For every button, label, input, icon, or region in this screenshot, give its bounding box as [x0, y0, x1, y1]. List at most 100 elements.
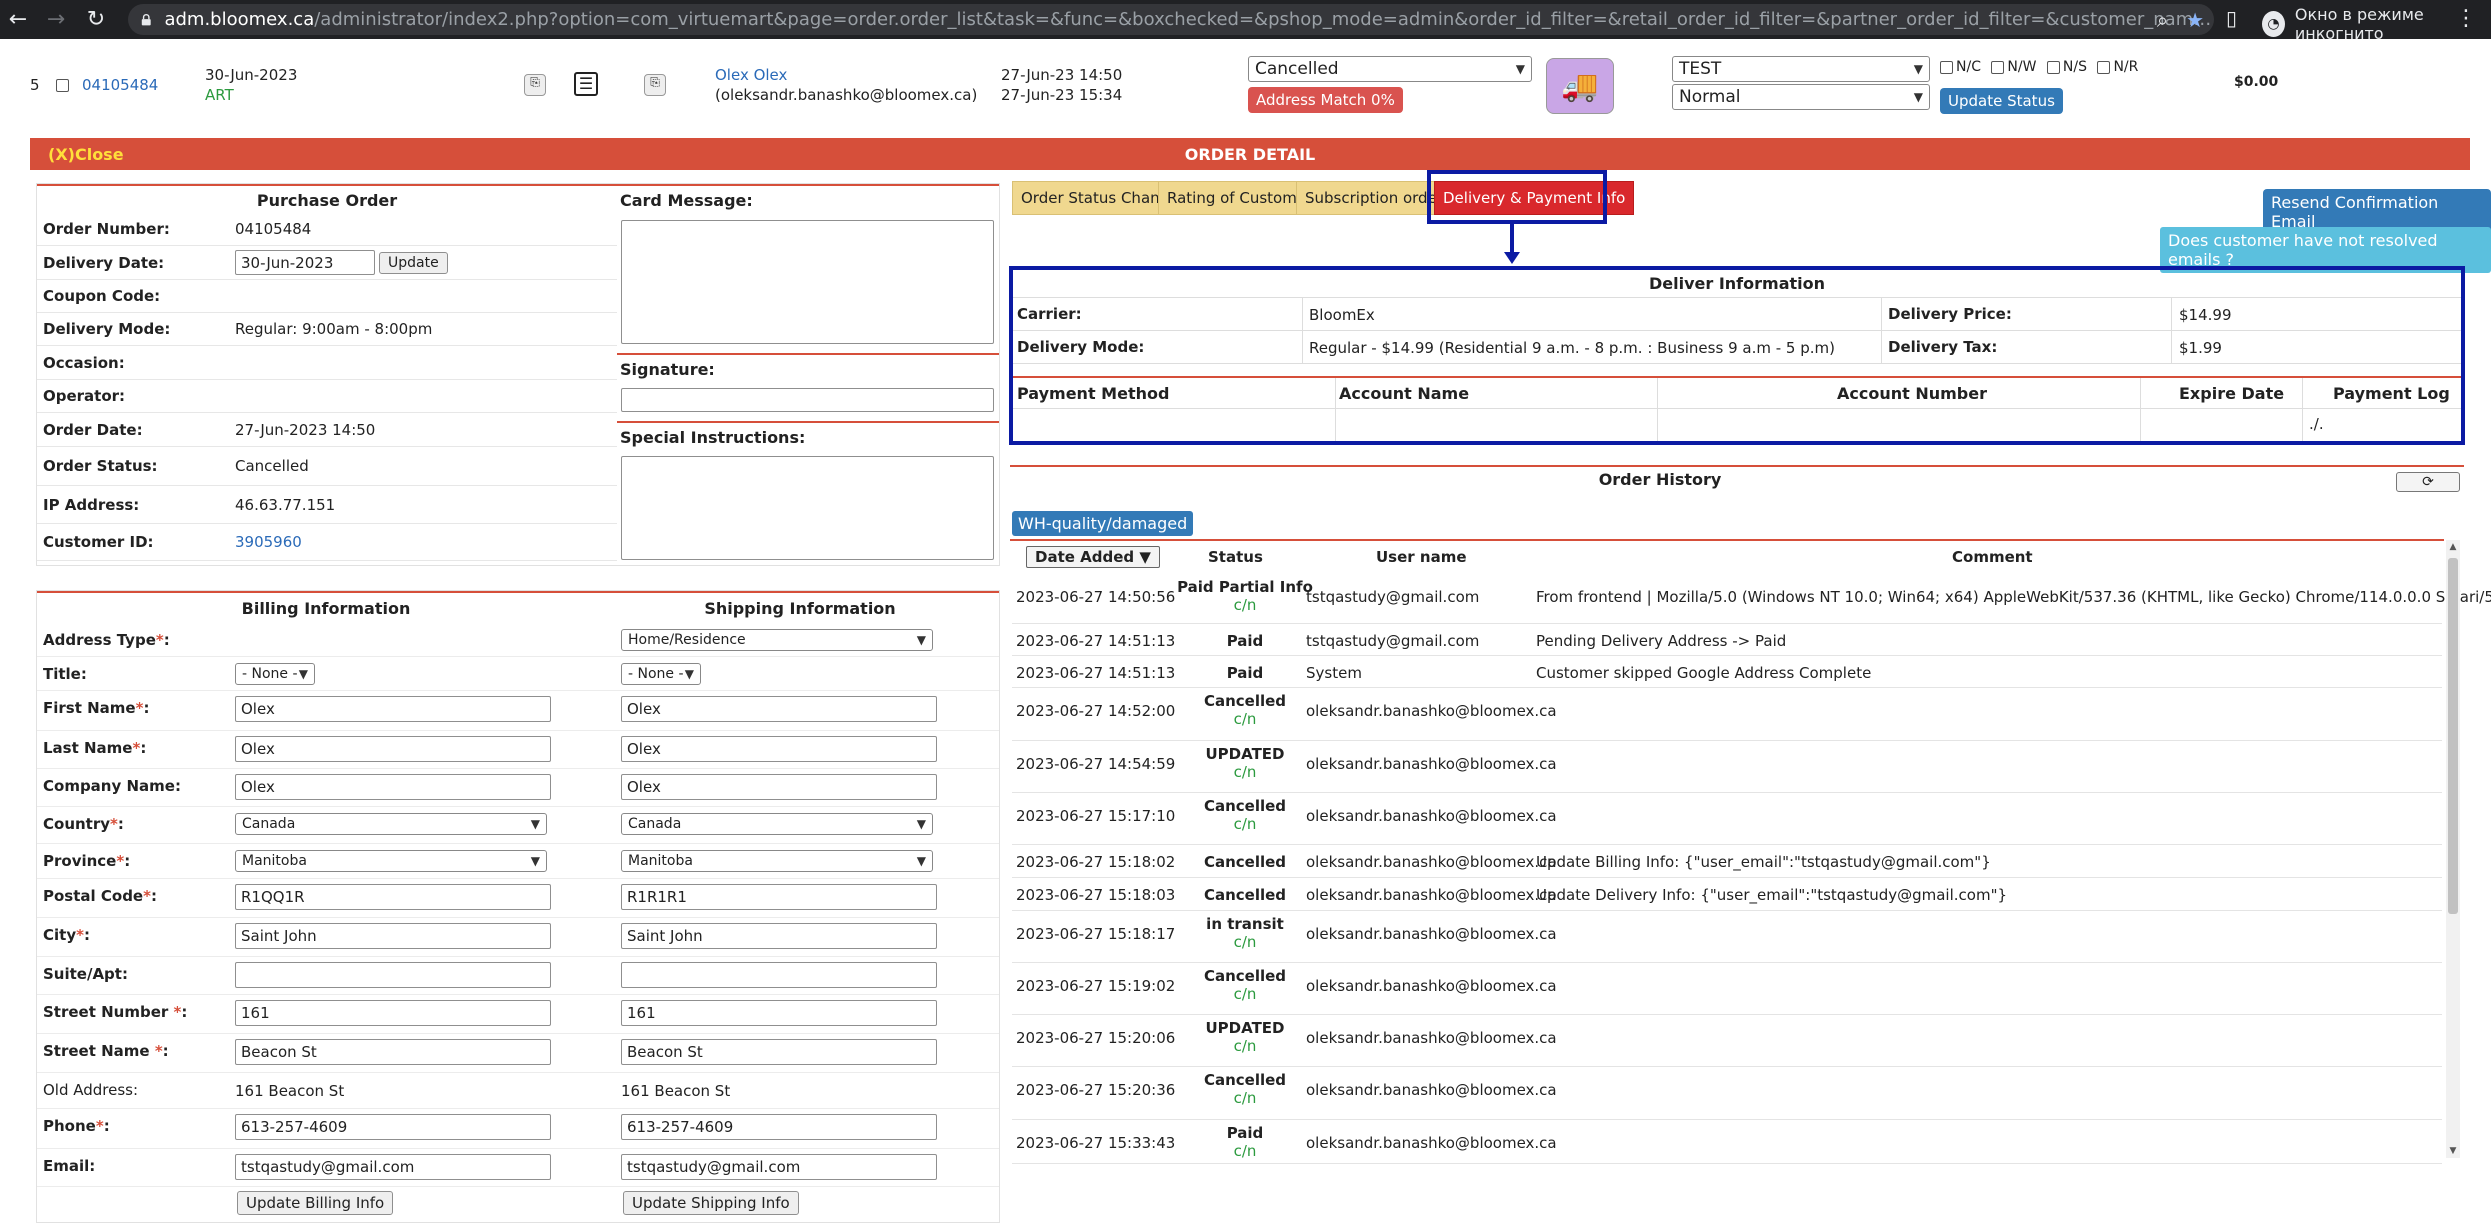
- chevron-down-icon: ▼: [298, 667, 308, 681]
- required-asterisk: *: [110, 815, 118, 833]
- shipping-title-select[interactable]: - None - ▼: [621, 663, 701, 685]
- scroll-up-icon[interactable]: ▲: [2446, 542, 2460, 552]
- billing-province-select[interactable]: Manitoba ▼: [235, 850, 547, 872]
- forward-icon[interactable]: →: [38, 4, 74, 34]
- special-instructions-label: Special Instructions:: [620, 428, 806, 447]
- chevron-down-icon: ▼: [684, 667, 694, 681]
- history-comment: Customer skipped Google Address Complete: [1536, 664, 1872, 682]
- close-detail-link[interactable]: (X)Close: [48, 145, 124, 164]
- history-scrollbar[interactable]: ▲ ▼: [2446, 540, 2460, 1158]
- history-user: oleksandr.banashko@bloomex.ca: [1306, 755, 1557, 773]
- shipping-province-select[interactable]: Manitoba ▼: [621, 850, 933, 872]
- copy-icon[interactable]: ⎘: [644, 74, 666, 96]
- required-asterisk: *: [143, 887, 151, 905]
- billing-title-select[interactable]: - None - ▼: [235, 663, 315, 685]
- shipping-postal-input[interactable]: R1R1R1: [621, 884, 937, 910]
- back-icon[interactable]: ←: [0, 4, 36, 34]
- update-billing-button[interactable]: Update Billing Info: [237, 1191, 394, 1215]
- flag-nr-checkbox[interactable]: [2097, 60, 2111, 74]
- sidebar-toggle-icon[interactable]: ▯: [2226, 6, 2237, 30]
- carrier-label: Carrier:: [1017, 305, 1082, 323]
- delivery-tax-value: $1.99: [2179, 339, 2222, 357]
- billing-field-label: Street Number *:: [43, 1003, 187, 1021]
- url-host: adm.bloomex.ca: [164, 9, 315, 30]
- card-message-textarea[interactable]: [621, 220, 994, 344]
- billing-street-number-input[interactable]: 161: [235, 1000, 551, 1026]
- shipping-street-number-input[interactable]: 161: [621, 1000, 937, 1026]
- history-row: 2023-06-27 15:18:02 Cancelled oleksandr.ba…: [1012, 845, 2442, 878]
- lock-icon: [141, 13, 151, 25]
- document-icon[interactable]: ⎘: [524, 74, 546, 96]
- billing-field-label-text: Company Name:: [43, 777, 181, 795]
- update-status-button[interactable]: Update Status: [1940, 88, 2063, 114]
- flag-nw-checkbox[interactable]: [1991, 60, 2005, 74]
- shipping-last-name-input[interactable]: Olex: [621, 736, 937, 762]
- label-colon: :: [143, 699, 150, 717]
- flag-ns-checkbox[interactable]: [2046, 60, 2060, 74]
- billing-country-select[interactable]: Canada ▼: [235, 813, 547, 835]
- status-select-value: Cancelled: [1255, 59, 1339, 79]
- po-field-label: Operator:: [43, 387, 126, 405]
- shipping-first-name-input[interactable]: Olex: [621, 696, 937, 722]
- billing-suite-input[interactable]: [235, 962, 551, 988]
- update-shipping-button[interactable]: Update Shipping Info: [623, 1191, 799, 1215]
- shipping-city-input[interactable]: Saint John: [621, 923, 937, 949]
- billing-field-label: Country*:: [43, 815, 124, 833]
- billing-last-name-input[interactable]: Olex: [235, 736, 551, 762]
- billing-street-name-input[interactable]: Beacon St: [235, 1039, 551, 1065]
- shipping-address-type-select[interactable]: Home/Residence ▼: [621, 629, 933, 651]
- list-icon[interactable]: ☰: [574, 72, 598, 96]
- history-row: 2023-06-27 15:33:43 Paid c/n oleksandr.bana…: [1012, 1120, 2442, 1164]
- billing-row-first-name: First Name*: Olex Olex: [37, 691, 999, 731]
- history-row: 2023-06-27 15:19:02 Cancelled c/n oleksandr…: [1012, 963, 2442, 1015]
- billing-company-input[interactable]: Olex: [235, 774, 551, 800]
- delivery-truck-icon[interactable]: 🚚: [1546, 58, 1614, 114]
- signature-input[interactable]: [621, 388, 994, 412]
- po-field-row: Order Status: Cancelled: [37, 447, 617, 486]
- order-number-link[interactable]: 04105484: [82, 76, 158, 94]
- shipping-street-name-input[interactable]: Beacon St: [621, 1039, 937, 1065]
- address-bar[interactable]: adm.bloomex.ca/administrator/index2.php?…: [128, 4, 2214, 35]
- update-delivery-date-button[interactable]: Update: [379, 251, 448, 274]
- shipping-company-input[interactable]: Olex: [621, 774, 937, 800]
- bookmark-star-icon[interactable]: ★: [2186, 8, 2204, 32]
- billing-first-name-input[interactable]: Olex: [235, 696, 551, 722]
- shipping-suite-input[interactable]: [621, 962, 937, 988]
- payment-log-value[interactable]: ./.: [2309, 415, 2324, 433]
- priority-select[interactable]: Normal ▼: [1672, 84, 1930, 110]
- billing-email-input[interactable]: tstqastudy@gmail.com: [235, 1154, 551, 1180]
- history-comment: Update Billing Info: {"user_email":"tstq…: [1536, 853, 1991, 871]
- shipping-phone-input[interactable]: 613-257-4609: [621, 1114, 937, 1140]
- shipping-country-select[interactable]: Canada ▼: [621, 813, 933, 835]
- billing-phone-input[interactable]: 613-257-4609: [235, 1114, 551, 1140]
- scroll-down-icon[interactable]: ▼: [2446, 1146, 2460, 1156]
- status-select[interactable]: Cancelled ▼: [1248, 56, 1532, 82]
- signature-label: Signature:: [620, 360, 715, 379]
- billing-field-label-text: Last Name: [43, 739, 133, 757]
- browser-menu-icon[interactable]: ⋮: [2455, 6, 2477, 31]
- po-field-label: Order Date:: [43, 420, 143, 439]
- address-match-badge[interactable]: Address Match 0%: [1248, 87, 1403, 113]
- customer-id-link[interactable]: 3905960: [235, 533, 302, 551]
- history-row: 2023-06-27 15:18:17 in transit c/n oleksand…: [1012, 911, 2442, 963]
- special-instructions-textarea[interactable]: [621, 456, 994, 560]
- purchase-order-panel: Purchase Order Order Number: 04105484 Deli…: [36, 183, 1000, 566]
- date-added-sort-header[interactable]: Date Added ▼: [1026, 546, 1160, 568]
- wh-quality-badge[interactable]: WH-quality/damaged: [1012, 511, 1194, 536]
- zoom-icon[interactable]: ⌕: [2157, 8, 2168, 32]
- history-scrollbar-thumb[interactable]: [2448, 558, 2458, 914]
- delivery-date-input[interactable]: 30-Jun-2023: [235, 250, 375, 275]
- test-select[interactable]: TEST ▼: [1672, 56, 1930, 82]
- billing-city-input[interactable]: Saint John: [235, 923, 551, 949]
- shipping-email-input[interactable]: tstqastudy@gmail.com: [621, 1154, 937, 1180]
- flag-nc-checkbox[interactable]: [1940, 60, 1953, 74]
- refresh-history-button[interactable]: ⟳: [2396, 472, 2460, 492]
- reload-icon[interactable]: ↻: [78, 4, 114, 34]
- label-colon: :: [103, 1117, 110, 1135]
- customer-name-link[interactable]: Olex Olex: [715, 66, 787, 84]
- chevron-down-icon: ▼: [916, 854, 926, 868]
- billing-postal-input[interactable]: R1QQ1R: [235, 884, 551, 910]
- billing-title: Billing Information: [241, 599, 411, 618]
- row-checkbox[interactable]: [56, 79, 69, 92]
- shipping-title: Shipping Information: [704, 599, 896, 618]
